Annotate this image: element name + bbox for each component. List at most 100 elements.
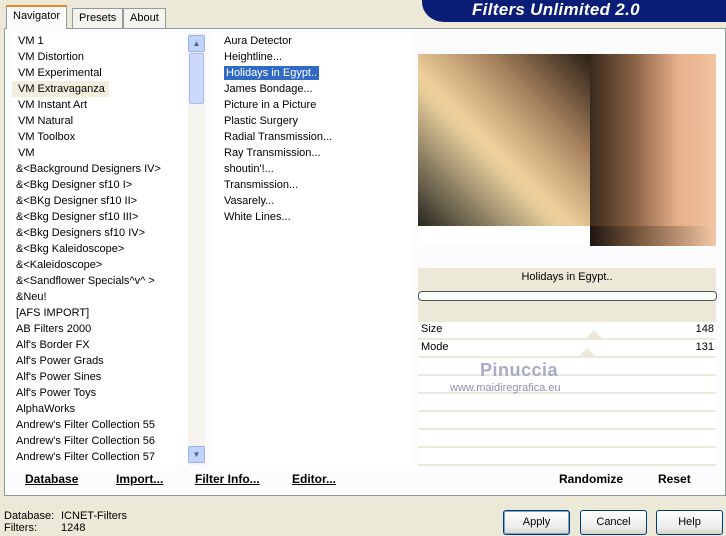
param-empty — [418, 394, 716, 411]
param-size[interactable]: Size 148 — [418, 322, 716, 339]
category-item[interactable]: VM Natural — [12, 113, 188, 129]
category-item[interactable]: VM Extravaganza — [12, 81, 188, 97]
database-label: Database: — [4, 510, 55, 522]
scroll-down-button[interactable]: ▼ — [188, 446, 205, 463]
filter-item[interactable]: Radial Transmission... — [214, 129, 412, 145]
category-label: VM Toolbox — [18, 131, 76, 143]
category-item[interactable]: [AFS IMPORT] — [12, 305, 188, 321]
tab-about[interactable]: About — [123, 8, 166, 28]
category-label: &Neu! — [16, 291, 47, 303]
category-item[interactable]: VM 1 — [12, 33, 188, 49]
import-button[interactable]: Import... — [116, 472, 163, 486]
filter-item[interactable]: Holidays in Egypt.. — [214, 65, 412, 81]
param-value: 131 — [695, 341, 714, 353]
filter-info-button[interactable]: Filter Info... — [195, 472, 260, 486]
category-label: &<Background Designers IV> — [16, 163, 161, 175]
category-item[interactable]: AB Filters 2000 — [12, 321, 188, 337]
category-label: AB Filters 2000 — [16, 323, 92, 335]
category-list[interactable]: VM 1 VM Distortion VM Experimental VM Extra… — [12, 33, 188, 465]
filter-list[interactable]: Aura Detector Heightline... Holidays in Eg… — [214, 33, 412, 465]
filter-label: Heightline... — [224, 51, 283, 63]
category-label: Alf's Border FX — [16, 339, 90, 351]
filter-item[interactable]: shoutin'!... — [214, 161, 412, 177]
category-item[interactable]: Alf's Power Sines — [12, 369, 188, 385]
category-item[interactable]: Andrew's Filter Collection 56 — [12, 433, 188, 449]
category-label: VM Extravaganza — [12, 81, 109, 97]
app-title: Filters Unlimited 2.0 — [472, 0, 640, 19]
tab-presets[interactable]: Presets — [72, 8, 124, 28]
filter-label: Picture in a Picture — [224, 99, 317, 111]
database-value: ICNET-Filters — [61, 510, 127, 522]
category-label: AlphaWorks — [16, 403, 76, 415]
category-item[interactable]: &<Sandflower Specials^v^ > — [12, 273, 188, 289]
filter-item[interactable]: Vasarely... — [214, 193, 412, 209]
progress-bar — [418, 291, 717, 301]
filter-label: shoutin'!... — [224, 163, 274, 175]
category-item[interactable]: AlphaWorks — [12, 401, 188, 417]
category-label: Alf's Power Toys — [16, 387, 97, 399]
help-button[interactable]: Help — [656, 510, 723, 535]
tab-navigator[interactable]: Navigator — [6, 5, 68, 29]
category-item[interactable]: Andrew's Filter Collection 55 — [12, 417, 188, 433]
chevron-down-icon: ▼ — [192, 450, 201, 459]
category-item[interactable]: &<Bkg Designer sf10 III> — [12, 209, 188, 225]
category-item[interactable]: Andrew's Filter Collection 57 — [12, 449, 188, 465]
chevron-up-icon: ▲ — [192, 39, 201, 48]
category-item[interactable]: Alf's Border FX — [12, 337, 188, 353]
category-item[interactable]: VM Experimental — [12, 65, 188, 81]
category-label: &<BKg Designer sf10 II> — [16, 195, 138, 207]
filter-item[interactable]: Aura Detector — [214, 33, 412, 49]
category-label: VM Experimental — [18, 67, 102, 79]
filter-item[interactable]: Plastic Surgery — [214, 113, 412, 129]
scroll-up-button[interactable]: ▲ — [188, 35, 205, 52]
category-item[interactable]: &<Bkg Kaleidoscope> — [12, 241, 188, 257]
category-item[interactable]: &<Bkg Designers sf10 IV> — [12, 225, 188, 241]
category-item[interactable]: VM — [12, 145, 188, 161]
slider-marker — [586, 330, 602, 338]
preview-image — [418, 54, 716, 246]
cancel-button[interactable]: Cancel — [580, 510, 647, 535]
filter-label: Aura Detector — [224, 35, 292, 47]
category-label: VM Distortion — [18, 51, 85, 63]
filters-label: Filters: — [4, 522, 37, 534]
category-label: Andrew's Filter Collection 56 — [16, 435, 156, 447]
scroll-thumb[interactable] — [189, 53, 204, 104]
category-item[interactable]: VM Toolbox — [12, 129, 188, 145]
category-scrollbar[interactable]: ▲ ▼ — [188, 33, 205, 465]
editor-button[interactable]: Editor... — [292, 472, 336, 486]
filter-item[interactable]: Transmission... — [214, 177, 412, 193]
param-empty — [418, 448, 716, 465]
filter-label: Ray Transmission... — [224, 147, 321, 159]
category-label: &<Bkg Designer sf10 I> — [16, 179, 133, 191]
category-item[interactable]: Alf's Power Toys — [12, 385, 188, 401]
filter-item[interactable]: Heightline... — [214, 49, 412, 65]
category-label: &<Kaleidoscope> — [16, 259, 103, 271]
category-item[interactable]: VM Distortion — [12, 49, 188, 65]
category-label: Andrew's Filter Collection 57 — [16, 451, 156, 463]
param-label: Size — [421, 323, 443, 335]
category-item[interactable]: &Neu! — [12, 289, 188, 305]
filter-item[interactable]: Picture in a Picture — [214, 97, 412, 113]
category-item[interactable]: VM Instant Art — [12, 97, 188, 113]
category-item[interactable]: &<Kaleidoscope> — [12, 257, 188, 273]
filter-label: Transmission... — [224, 179, 299, 191]
category-label: &<Sandflower Specials^v^ > — [16, 275, 155, 287]
category-item[interactable]: &<Bkg Designer sf10 I> — [12, 177, 188, 193]
database-button[interactable]: Database — [25, 472, 78, 486]
filter-item[interactable]: James Bondage... — [214, 81, 412, 97]
param-mode[interactable]: Mode 131 — [418, 340, 716, 357]
randomize-button[interactable]: Randomize — [559, 472, 623, 486]
apply-button[interactable]: Apply — [503, 510, 570, 535]
filter-item[interactable]: Ray Transmission... — [214, 145, 412, 161]
category-label: VM Natural — [18, 115, 74, 127]
filter-label: Radial Transmission... — [224, 131, 333, 143]
category-item[interactable]: &<Background Designers IV> — [12, 161, 188, 177]
reset-button[interactable]: Reset — [658, 472, 691, 486]
category-item[interactable]: Alf's Power Grads — [12, 353, 188, 369]
category-item[interactable]: &<BKg Designer sf10 II> — [12, 193, 188, 209]
category-label: [AFS IMPORT] — [16, 307, 90, 319]
filter-item[interactable]: White Lines... — [214, 209, 412, 225]
param-value: 148 — [695, 323, 714, 335]
param-label: Mode — [421, 341, 449, 353]
category-label: &<Bkg Designer sf10 III> — [16, 211, 139, 223]
